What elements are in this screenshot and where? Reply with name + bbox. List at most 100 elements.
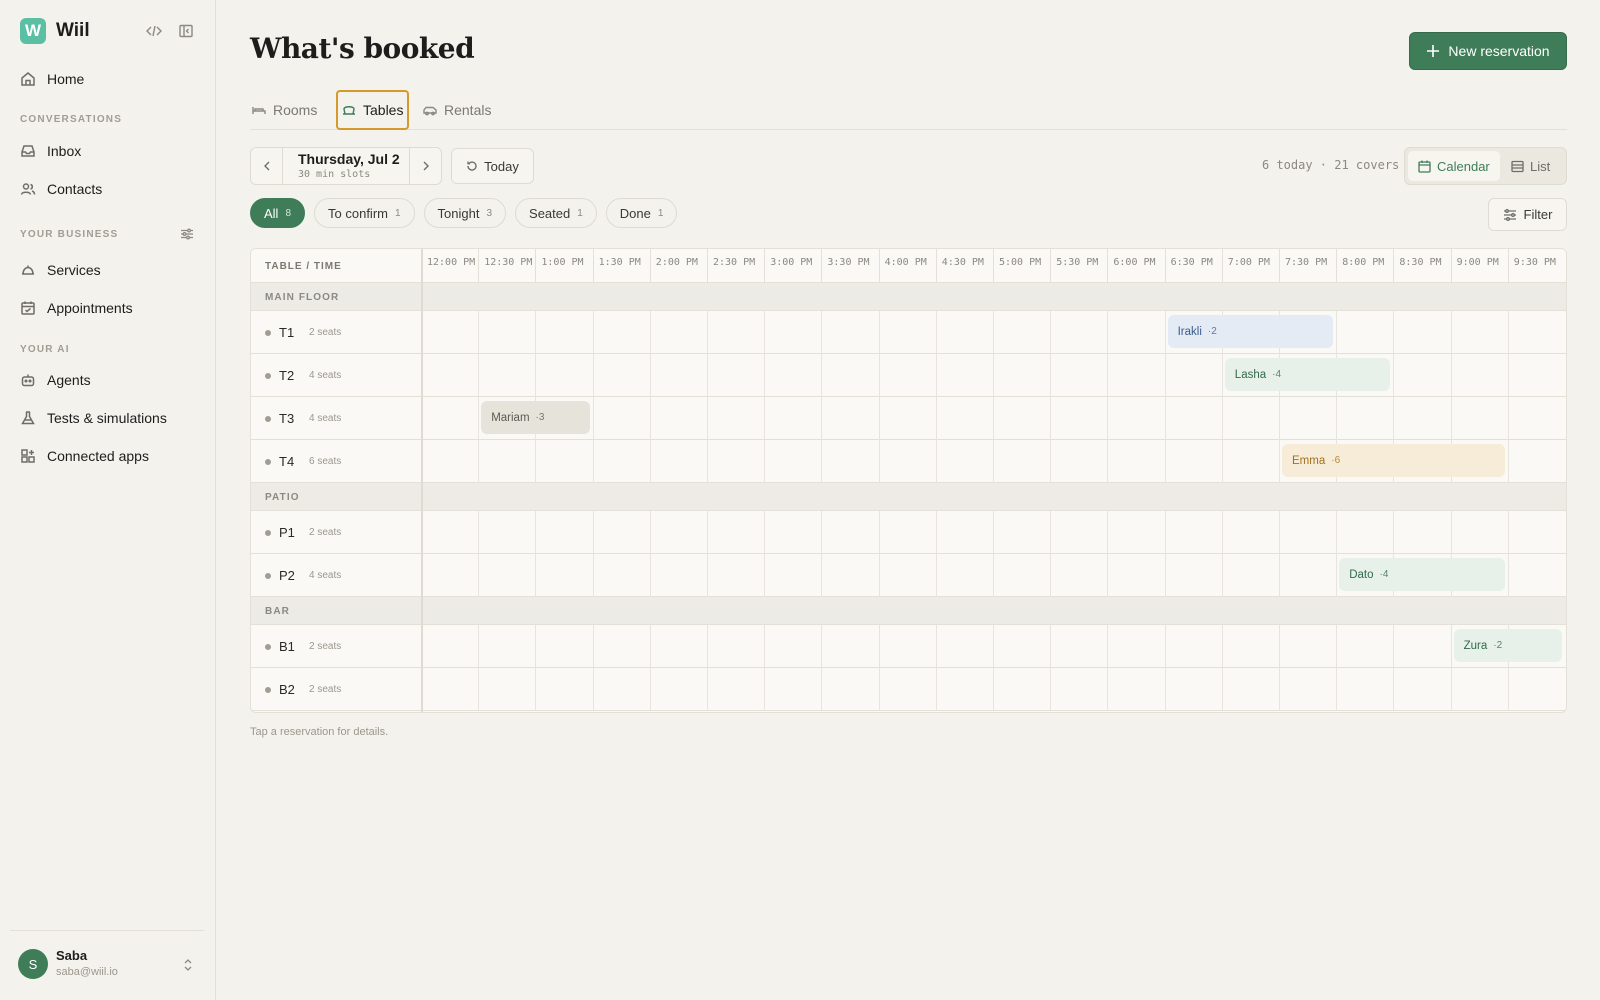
sidebar-item-services[interactable]: Services <box>20 259 101 281</box>
collapse-sidebar-icon[interactable] <box>177 22 195 40</box>
time-slot-cell[interactable] <box>535 668 592 711</box>
time-slot-cell[interactable] <box>1221 511 1279 554</box>
time-slot-cell[interactable] <box>1221 668 1279 711</box>
time-slot-cell[interactable] <box>649 554 707 597</box>
time-slot-cell[interactable] <box>592 668 650 711</box>
time-slot-cell[interactable] <box>993 625 1050 668</box>
time-slot-cell[interactable] <box>421 511 478 554</box>
time-slot-cell[interactable] <box>1107 668 1164 711</box>
time-slot-cell[interactable] <box>993 668 1050 711</box>
time-slot-cell[interactable] <box>649 625 707 668</box>
time-slot-cell[interactable] <box>821 554 878 597</box>
table-label[interactable]: T3 4 seats <box>265 397 341 440</box>
time-slot-cell[interactable] <box>649 440 707 483</box>
time-slot-cell[interactable] <box>1164 354 1222 397</box>
customize-icon[interactable] <box>180 227 194 246</box>
time-slot-cell[interactable] <box>1050 668 1107 711</box>
sidebar-item-tests[interactable]: Tests & simulations <box>20 407 167 429</box>
time-slot-cell[interactable] <box>878 354 936 397</box>
tab-tables[interactable]: Tables <box>336 90 410 130</box>
filter-chip-to-confirm[interactable]: To confirm 1 <box>314 198 415 228</box>
time-slot-cell[interactable] <box>1507 554 1565 597</box>
list-view-button[interactable]: List <box>1501 151 1560 181</box>
time-slot-cell[interactable] <box>592 625 650 668</box>
sidebar-item-connected-apps[interactable]: Connected apps <box>20 445 149 467</box>
time-slot-cell[interactable] <box>478 668 535 711</box>
time-slot-cell[interactable] <box>707 511 764 554</box>
time-slot-cell[interactable] <box>478 554 535 597</box>
time-slot-cell[interactable] <box>649 668 707 711</box>
time-slot-cell[interactable] <box>821 354 878 397</box>
time-slot-cell[interactable] <box>478 354 535 397</box>
time-slot-cell[interactable] <box>993 554 1050 597</box>
time-slot-cell[interactable] <box>707 440 764 483</box>
time-slot-cell[interactable] <box>935 397 993 440</box>
time-slot-cell[interactable] <box>1393 397 1450 440</box>
time-slot-cell[interactable] <box>935 668 993 711</box>
reservation-block[interactable]: Irakli ·2 <box>1167 315 1334 348</box>
next-day-button[interactable] <box>409 148 441 184</box>
tab-rentals[interactable]: Rentals <box>423 90 491 130</box>
time-slot-cell[interactable] <box>1450 397 1508 440</box>
time-slot-cell[interactable] <box>535 511 592 554</box>
time-slot-cell[interactable] <box>935 625 993 668</box>
reservation-block[interactable]: Mariam ·3 <box>481 401 590 434</box>
time-slot-cell[interactable] <box>707 625 764 668</box>
time-slot-cell[interactable] <box>764 311 821 354</box>
time-slot-cell[interactable] <box>535 311 592 354</box>
reservation-block[interactable]: Dato ·4 <box>1339 558 1505 591</box>
time-slot-cell[interactable] <box>1107 311 1164 354</box>
time-slot-cell[interactable] <box>1050 554 1107 597</box>
time-slot-cell[interactable] <box>821 668 878 711</box>
time-slot-cell[interactable] <box>821 511 878 554</box>
table-label[interactable]: P1 2 seats <box>265 511 341 554</box>
time-slot-cell[interactable] <box>535 354 592 397</box>
time-slot-cell[interactable] <box>1450 311 1508 354</box>
time-slot-cell[interactable] <box>1450 668 1508 711</box>
time-slot-cell[interactable] <box>935 554 993 597</box>
time-slot-cell[interactable] <box>592 511 650 554</box>
time-slot-cell[interactable] <box>1107 625 1164 668</box>
time-slot-cell[interactable] <box>478 625 535 668</box>
table-label[interactable]: T4 6 seats <box>265 440 341 483</box>
time-slot-cell[interactable] <box>707 397 764 440</box>
time-slot-cell[interactable] <box>421 440 478 483</box>
time-slot-cell[interactable] <box>421 354 478 397</box>
time-slot-cell[interactable] <box>1164 440 1222 483</box>
time-slot-cell[interactable] <box>649 397 707 440</box>
time-slot-cell[interactable] <box>1164 625 1222 668</box>
new-reservation-button[interactable]: New reservation <box>1409 32 1567 70</box>
time-slot-cell[interactable] <box>821 397 878 440</box>
time-slot-cell[interactable] <box>935 354 993 397</box>
table-label[interactable]: T1 2 seats <box>265 311 341 354</box>
filter-button[interactable]: Filter <box>1488 198 1567 231</box>
time-slot-cell[interactable] <box>421 397 478 440</box>
time-slot-cell[interactable] <box>535 440 592 483</box>
time-slot-cell[interactable] <box>649 511 707 554</box>
time-slot-cell[interactable] <box>421 625 478 668</box>
filter-chip-seated[interactable]: Seated 1 <box>515 198 597 228</box>
time-slot-cell[interactable] <box>878 554 936 597</box>
today-button[interactable]: Today <box>451 148 534 184</box>
time-slot-cell[interactable] <box>478 440 535 483</box>
time-slot-cell[interactable] <box>1507 668 1565 711</box>
time-slot-cell[interactable] <box>878 440 936 483</box>
time-slot-cell[interactable] <box>821 311 878 354</box>
time-slot-cell[interactable] <box>764 511 821 554</box>
user-menu[interactable]: S Saba saba@wiil.io <box>10 930 204 1000</box>
time-slot-cell[interactable] <box>993 354 1050 397</box>
time-slot-cell[interactable] <box>421 668 478 711</box>
time-slot-cell[interactable] <box>1279 668 1336 711</box>
time-slot-cell[interactable] <box>1164 511 1222 554</box>
time-slot-cell[interactable] <box>1050 440 1107 483</box>
time-slot-cell[interactable] <box>764 668 821 711</box>
time-slot-cell[interactable] <box>1279 397 1336 440</box>
time-slot-cell[interactable] <box>878 668 936 711</box>
time-slot-cell[interactable] <box>1164 668 1222 711</box>
time-slot-cell[interactable] <box>935 511 993 554</box>
time-slot-cell[interactable] <box>1393 625 1450 668</box>
time-slot-cell[interactable] <box>1164 554 1222 597</box>
prev-day-button[interactable] <box>251 148 283 184</box>
time-slot-cell[interactable] <box>1107 554 1164 597</box>
time-slot-cell[interactable] <box>592 397 650 440</box>
